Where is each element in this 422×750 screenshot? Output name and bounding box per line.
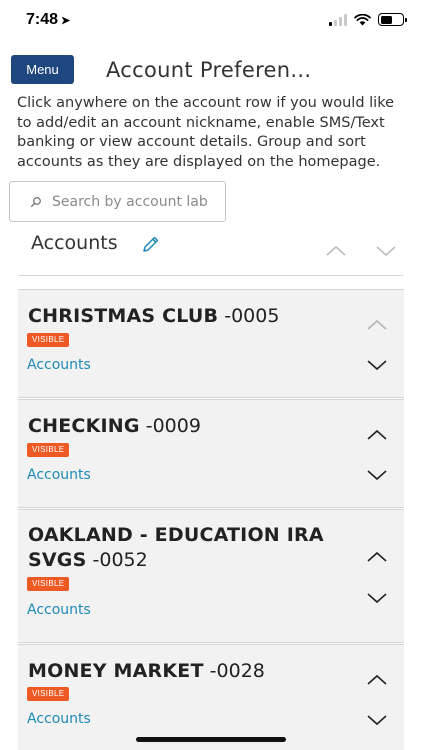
- account-row[interactable]: OAKLAND - EDUCATION IRA SVGS -0052 VISIB…: [18, 509, 404, 643]
- account-name: CHECKING -0009: [28, 414, 348, 439]
- move-up-icon[interactable]: [366, 318, 388, 336]
- menu-button[interactable]: Menu: [11, 55, 74, 84]
- account-suffix: -0005: [224, 305, 280, 327]
- account-name-text: MONEY MARKET: [28, 660, 204, 682]
- account-suffix: -0028: [209, 660, 265, 682]
- group-link[interactable]: Accounts: [27, 467, 91, 483]
- instructions-text: Click anywhere on the account row if you…: [17, 95, 395, 170]
- account-name-text: OAKLAND - EDUCATION IRA SVGS: [28, 524, 324, 571]
- group-link[interactable]: Accounts: [27, 357, 91, 373]
- search-icon: [22, 196, 50, 208]
- group-link[interactable]: Accounts: [27, 711, 91, 727]
- battery-icon: [378, 13, 407, 26]
- visible-badge: VISIBLE: [27, 577, 70, 591]
- account-row[interactable]: MONEY MARKET -0028 VISIBLE Accounts: [18, 644, 404, 750]
- group-move-up-icon[interactable]: [325, 244, 347, 262]
- visible-badge: VISIBLE: [27, 443, 70, 457]
- account-row[interactable]: CHECKING -0009 VISIBLE Accounts: [18, 399, 404, 508]
- status-bar: 7:48 ➤: [0, 0, 422, 44]
- visible-badge: VISIBLE: [27, 687, 70, 701]
- move-down-icon[interactable]: [366, 358, 388, 376]
- account-name: CHRISTMAS CLUB -0005: [28, 304, 348, 329]
- move-up-icon[interactable]: [366, 673, 388, 691]
- move-down-icon[interactable]: [366, 713, 388, 731]
- group-title: Accounts: [31, 232, 118, 254]
- account-name-text: CHRISTMAS CLUB: [28, 305, 219, 327]
- status-time: 7:48 ➤: [26, 11, 70, 29]
- move-up-icon[interactable]: [366, 428, 388, 446]
- account-name-text: CHECKING: [28, 415, 140, 437]
- account-suffix: -0052: [92, 549, 148, 571]
- clock-text: 7:48: [26, 11, 59, 28]
- move-down-icon[interactable]: [366, 591, 388, 609]
- group-header: Accounts: [0, 226, 422, 276]
- search-box[interactable]: [9, 181, 226, 222]
- move-down-icon[interactable]: [366, 468, 388, 486]
- status-icons: [329, 13, 407, 26]
- visible-badge: VISIBLE: [27, 333, 70, 347]
- account-name: MONEY MARKET -0028: [28, 659, 348, 684]
- account-suffix: -0009: [145, 415, 201, 437]
- cellular-signal-icon: [329, 13, 347, 26]
- pencil-edit-icon[interactable]: [141, 234, 161, 259]
- account-name: OAKLAND - EDUCATION IRA SVGS -0052: [28, 523, 348, 573]
- group-move-down-icon[interactable]: [375, 244, 397, 262]
- header: Menu Account Preferen...: [0, 44, 422, 94]
- divider: [18, 275, 404, 276]
- account-row[interactable]: CHRISTMAS CLUB -0005 VISIBLE Accounts: [18, 289, 404, 398]
- wifi-icon: [354, 13, 371, 26]
- location-arrow-icon: ➤: [61, 15, 71, 27]
- group-link[interactable]: Accounts: [27, 602, 91, 618]
- home-indicator[interactable]: [136, 737, 286, 742]
- page-title: Account Preferen...: [106, 58, 312, 82]
- search-input[interactable]: [52, 193, 222, 210]
- move-up-icon[interactable]: [366, 550, 388, 568]
